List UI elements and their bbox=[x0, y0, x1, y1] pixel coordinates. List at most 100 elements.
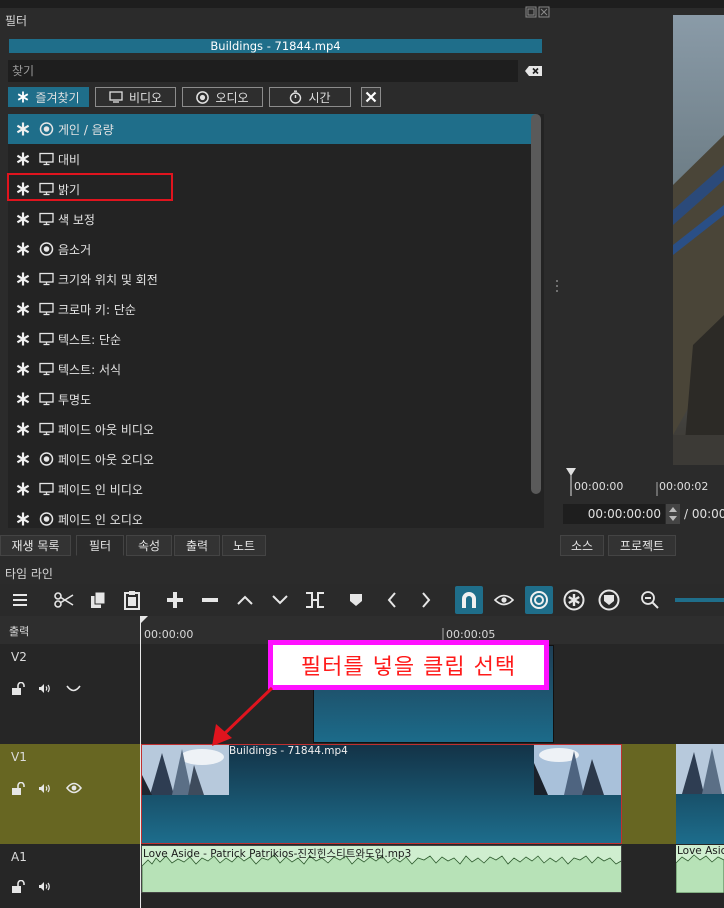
ripple-icon[interactable] bbox=[525, 586, 553, 614]
overwrite-icon[interactable] bbox=[266, 586, 294, 614]
track-name-v1: V1 bbox=[11, 750, 27, 764]
filter-item[interactable]: 텍스트: 단순 bbox=[8, 324, 536, 354]
track-name-v2: V2 bbox=[11, 650, 27, 664]
tab-project[interactable]: 프로젝트 bbox=[608, 535, 676, 556]
favorite-star-icon[interactable] bbox=[16, 242, 30, 256]
favorite-star-icon[interactable] bbox=[16, 452, 30, 466]
tab-notes[interactable]: 노트 bbox=[222, 535, 266, 556]
tab-properties[interactable]: 속성 bbox=[126, 535, 172, 556]
filter-item[interactable]: 색 보정 bbox=[8, 204, 536, 234]
filter-item[interactable]: 투명도 bbox=[8, 384, 536, 414]
zoom-out-icon[interactable] bbox=[636, 586, 664, 614]
lock-icon[interactable] bbox=[11, 782, 25, 795]
tab-filters[interactable]: 필터 bbox=[76, 535, 124, 556]
filter-item-label: 텍스트: 단순 bbox=[58, 333, 122, 347]
output-label: 출력 bbox=[9, 625, 30, 638]
audio-speaker-icon[interactable] bbox=[38, 783, 52, 794]
audio-filters-button[interactable]: 오디오 bbox=[182, 87, 263, 107]
time-filters-button[interactable]: 시간 bbox=[269, 87, 351, 107]
menu-bar bbox=[0, 0, 724, 8]
total-timecode: / 00:00 bbox=[684, 507, 724, 521]
clear-search-icon[interactable] bbox=[524, 63, 544, 79]
a1-clip-next[interactable]: Love Asic bbox=[676, 845, 724, 893]
paste-icon[interactable] bbox=[118, 586, 146, 614]
favorites-label: 즐겨찾기 bbox=[35, 90, 80, 105]
video-filters-button[interactable]: 비디오 bbox=[95, 87, 176, 107]
video-icon bbox=[39, 272, 54, 286]
v1-clip-next[interactable] bbox=[676, 744, 724, 844]
lock-icon[interactable] bbox=[11, 880, 25, 893]
panel-float-close-icons[interactable] bbox=[525, 6, 551, 18]
current-timecode-field[interactable]: 00:00:00:00 bbox=[563, 504, 665, 524]
panel-title: 필터 bbox=[5, 14, 28, 28]
filter-item[interactable]: 게인 / 음량 bbox=[8, 114, 536, 144]
filter-item[interactable]: 페이드 인 비디오 bbox=[8, 474, 536, 504]
filter-item[interactable]: 음소거 bbox=[8, 234, 536, 264]
filter-item[interactable]: 크기와 위치 및 회전 bbox=[8, 264, 536, 294]
audio-icon bbox=[39, 512, 54, 526]
filter-item[interactable]: 페이드 아웃 오디오 bbox=[8, 444, 536, 474]
marker-icon[interactable] bbox=[342, 586, 370, 614]
tab-playlist[interactable]: 재생 목록 bbox=[0, 535, 71, 556]
timeline-tick: 00:00:00 bbox=[144, 628, 194, 641]
filter-item[interactable]: 크로마 키: 단순 bbox=[8, 294, 536, 324]
close-filter-list-button[interactable] bbox=[361, 87, 381, 107]
current-clip-name: Buildings - 71844.mp4 bbox=[9, 39, 542, 53]
cut-icon[interactable] bbox=[50, 586, 78, 614]
video-label: 비디오 bbox=[128, 90, 163, 105]
append-icon[interactable] bbox=[161, 586, 189, 614]
video-icon bbox=[39, 422, 54, 436]
favorite-star-icon[interactable] bbox=[16, 422, 30, 436]
filter-item-label: 음소거 bbox=[58, 243, 92, 257]
filter-item-label: 크기와 위치 및 회전 bbox=[58, 273, 158, 287]
favorite-star-icon[interactable] bbox=[16, 152, 30, 166]
remove-icon[interactable] bbox=[196, 586, 224, 614]
favorite-star-icon[interactable] bbox=[16, 212, 30, 226]
tab-source[interactable]: 소스 bbox=[560, 535, 604, 556]
playhead[interactable] bbox=[140, 616, 141, 908]
scrub-eye-icon[interactable] bbox=[490, 586, 518, 614]
favorite-star-icon[interactable] bbox=[16, 512, 30, 526]
next-marker-icon[interactable] bbox=[412, 586, 440, 614]
copy-icon[interactable] bbox=[84, 586, 112, 614]
ripple-markers-icon[interactable] bbox=[595, 586, 623, 614]
favorite-star-icon[interactable] bbox=[16, 302, 30, 316]
highlight-box-brightness bbox=[7, 173, 173, 201]
filter-item-label: 페이드 아웃 비디오 bbox=[58, 423, 154, 437]
panel-splitter[interactable] bbox=[555, 278, 559, 296]
tab-export[interactable]: 출력 bbox=[174, 535, 220, 556]
snap-magnet-icon[interactable] bbox=[455, 586, 483, 614]
visibility-eye-icon[interactable] bbox=[66, 782, 82, 794]
favorite-star-icon[interactable] bbox=[16, 332, 30, 346]
audio-speaker-icon[interactable] bbox=[38, 683, 52, 694]
previous-marker-icon[interactable] bbox=[378, 586, 406, 614]
hidden-eye-icon[interactable] bbox=[66, 685, 81, 693]
filter-item[interactable]: 페이드 인 오디오 bbox=[8, 504, 536, 528]
filter-item[interactable]: 대비 bbox=[8, 144, 536, 174]
favorite-star-icon[interactable] bbox=[16, 482, 30, 496]
filter-item-label: 대비 bbox=[58, 153, 81, 167]
favorite-star-icon[interactable] bbox=[16, 392, 30, 406]
ripple-all-tracks-icon[interactable] bbox=[560, 586, 588, 614]
zoom-slider[interactable] bbox=[675, 598, 724, 602]
menu-icon[interactable] bbox=[6, 586, 34, 614]
timecode-stepper[interactable] bbox=[666, 504, 680, 524]
filter-item[interactable]: 텍스트: 서식 bbox=[8, 354, 536, 384]
filter-item[interactable]: 페이드 아웃 비디오 bbox=[8, 414, 536, 444]
audio-speaker-icon[interactable] bbox=[38, 881, 52, 892]
filter-search-input[interactable] bbox=[8, 60, 518, 82]
filter-list-scrollbar[interactable] bbox=[531, 114, 541, 494]
filter-item-label: 게인 / 음량 bbox=[58, 123, 114, 137]
a1-clip2-name: Love Asic bbox=[677, 845, 724, 857]
split-icon[interactable] bbox=[301, 586, 329, 614]
speaker-circle-icon bbox=[196, 90, 210, 104]
favorites-button[interactable]: 즐겨찾기 bbox=[8, 87, 89, 107]
lock-icon[interactable] bbox=[11, 682, 25, 695]
favorite-star-icon[interactable] bbox=[16, 362, 30, 376]
lift-icon[interactable] bbox=[231, 586, 259, 614]
a1-clip-music[interactable]: Love Aside - Patrick Patrikios-진진힌스티트와도입… bbox=[141, 845, 622, 893]
v1-clip-buildings[interactable]: Buildings - 71844.mp4 bbox=[141, 744, 622, 844]
favorite-star-icon[interactable] bbox=[16, 122, 30, 136]
filter-item-label: 페이드 인 오디오 bbox=[58, 513, 143, 527]
favorite-star-icon[interactable] bbox=[16, 272, 30, 286]
